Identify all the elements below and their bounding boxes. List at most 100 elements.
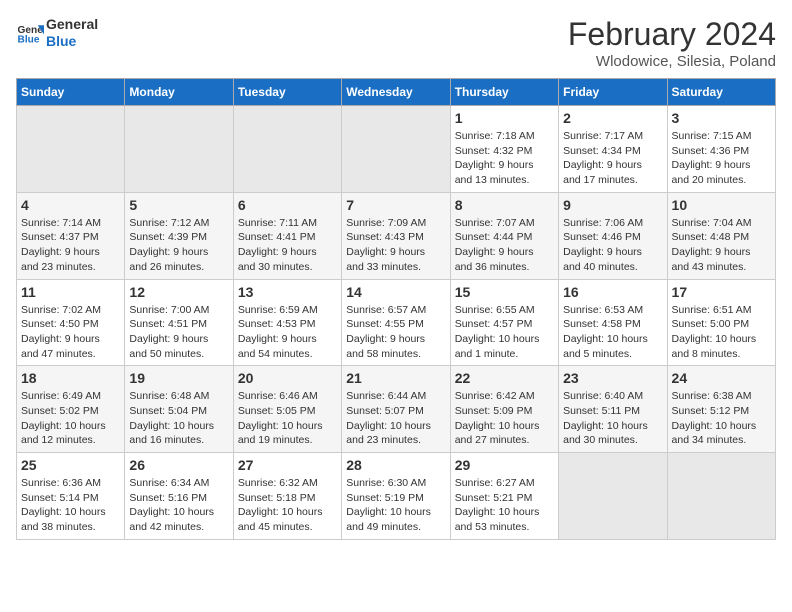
day-info: Sunrise: 7:15 AM Sunset: 4:36 PM Dayligh…: [672, 129, 771, 188]
calendar-cell: [667, 453, 775, 540]
day-number: 7: [346, 197, 445, 213]
day-number: 8: [455, 197, 554, 213]
day-number: 13: [238, 284, 337, 300]
svg-text:Blue: Blue: [18, 34, 40, 45]
day-number: 16: [563, 284, 662, 300]
title-block: February 2024 Wlodowice, Silesia, Poland: [568, 16, 776, 70]
calendar-cell: 6 Sunrise: 7:11 AM Sunset: 4:41 PM Daylig…: [233, 192, 341, 279]
day-number: 29: [455, 457, 554, 473]
day-info: Sunrise: 7:02 AM Sunset: 4:50 PM Dayligh…: [21, 303, 120, 362]
day-info: Sunrise: 6:30 AM Sunset: 5:19 PM Dayligh…: [346, 476, 445, 535]
day-number: 26: [129, 457, 228, 473]
day-info: Sunrise: 7:12 AM Sunset: 4:39 PM Dayligh…: [129, 216, 228, 275]
day-info: Sunrise: 6:57 AM Sunset: 4:55 PM Dayligh…: [346, 303, 445, 362]
calendar-cell: 11 Sunrise: 7:02 AM Sunset: 4:50 PM Dayli…: [17, 279, 125, 366]
calendar-cell: 23Sunrise: 6:40 AM Sunset: 5:11 PM Dayli…: [559, 366, 667, 453]
calendar-cell: 16 Sunrise: 6:53 AM Sunset: 4:58 PM Dayli…: [559, 279, 667, 366]
day-number: 20: [238, 370, 337, 386]
day-info: Sunrise: 7:11 AM Sunset: 4:41 PM Dayligh…: [238, 216, 337, 275]
calendar-cell: 22 Sunrise: 6:42 AM Sunset: 5:09 PM Dayli…: [450, 366, 558, 453]
logo-icon: General Blue: [16, 19, 44, 47]
day-info: Sunrise: 6:34 AM Sunset: 5:16 PM Dayligh…: [129, 476, 228, 535]
day-info: Sunrise: 7:04 AM Sunset: 4:48 PM Dayligh…: [672, 216, 771, 275]
day-info: Sunrise: 7:09 AM Sunset: 4:43 PM Dayligh…: [346, 216, 445, 275]
calendar-cell: 3 Sunrise: 7:15 AM Sunset: 4:36 PM Daylig…: [667, 106, 775, 193]
day-info: Sunrise: 6:59 AM Sunset: 4:53 PM Dayligh…: [238, 303, 337, 362]
day-info: Sunrise: 7:17 AM Sunset: 4:34 PM Dayligh…: [563, 129, 662, 188]
day-number: 22: [455, 370, 554, 386]
day-number: 18: [21, 370, 120, 386]
day-info: Sunrise: 6:48 AM Sunset: 5:04 PM Dayligh…: [129, 389, 228, 448]
calendar-cell: 8 Sunrise: 7:07 AM Sunset: 4:44 PM Daylig…: [450, 192, 558, 279]
day-number: 28: [346, 457, 445, 473]
day-info: Sunrise: 7:18 AM Sunset: 4:32 PM Dayligh…: [455, 129, 554, 188]
calendar-cell: 25Sunrise: 6:36 AM Sunset: 5:14 PM Dayli…: [17, 453, 125, 540]
calendar-subtitle: Wlodowice, Silesia, Poland: [568, 53, 776, 70]
day-info: Sunrise: 6:49 AM Sunset: 5:02 PM Dayligh…: [21, 389, 120, 448]
header-friday: Friday: [559, 79, 667, 106]
calendar-cell: 20 Sunrise: 6:46 AM Sunset: 5:05 PM Dayli…: [233, 366, 341, 453]
day-info: Sunrise: 7:07 AM Sunset: 4:44 PM Dayligh…: [455, 216, 554, 275]
day-number: 9: [563, 197, 662, 213]
day-number: 12: [129, 284, 228, 300]
day-number: 5: [129, 197, 228, 213]
calendar-cell: 26 Sunrise: 6:34 AM Sunset: 5:16 PM Dayli…: [125, 453, 233, 540]
day-info: Sunrise: 6:55 AM Sunset: 4:57 PM Dayligh…: [455, 303, 554, 362]
day-number: 21: [346, 370, 445, 386]
day-info: Sunrise: 6:51 AM Sunset: 5:00 PM Dayligh…: [672, 303, 771, 362]
calendar-cell: 21 Sunrise: 6:44 AM Sunset: 5:07 PM Dayli…: [342, 366, 450, 453]
day-info: Sunrise: 6:44 AM Sunset: 5:07 PM Dayligh…: [346, 389, 445, 448]
calendar-cell: 2 Sunrise: 7:17 AM Sunset: 4:34 PM Daylig…: [559, 106, 667, 193]
logo-general: General: [46, 16, 98, 33]
header-sunday: Sunday: [17, 79, 125, 106]
day-number: 1: [455, 110, 554, 126]
calendar-cell: 5 Sunrise: 7:12 AM Sunset: 4:39 PM Daylig…: [125, 192, 233, 279]
header-wednesday: Wednesday: [342, 79, 450, 106]
header-thursday: Thursday: [450, 79, 558, 106]
calendar-cell: 18 Sunrise: 6:49 AM Sunset: 5:02 PM Dayli…: [17, 366, 125, 453]
day-info: Sunrise: 6:42 AM Sunset: 5:09 PM Dayligh…: [455, 389, 554, 448]
day-info: Sunrise: 6:40 AM Sunset: 5:11 PM Dayligh…: [563, 389, 662, 448]
calendar-cell: [559, 453, 667, 540]
day-info: Sunrise: 6:46 AM Sunset: 5:05 PM Dayligh…: [238, 389, 337, 448]
day-number: 6: [238, 197, 337, 213]
day-number: 19: [129, 370, 228, 386]
day-number: 15: [455, 284, 554, 300]
calendar-cell: 29Sunrise: 6:27 AM Sunset: 5:21 PM Dayli…: [450, 453, 558, 540]
day-number: 10: [672, 197, 771, 213]
calendar-cell: [125, 106, 233, 193]
calendar-cell: 10 Sunrise: 7:04 AM Sunset: 4:48 PM Dayli…: [667, 192, 775, 279]
calendar-title: February 2024: [568, 16, 776, 53]
day-number: 11: [21, 284, 120, 300]
calendar-cell: 13 Sunrise: 6:59 AM Sunset: 4:53 PM Dayli…: [233, 279, 341, 366]
day-number: 3: [672, 110, 771, 126]
calendar-header: SundayMondayTuesdayWednesdayThursdayFrid…: [17, 79, 776, 106]
day-number: 2: [563, 110, 662, 126]
page-header: General Blue General Blue February 2024 …: [16, 16, 776, 70]
day-info: Sunrise: 6:32 AM Sunset: 5:18 PM Dayligh…: [238, 476, 337, 535]
calendar-cell: 27 Sunrise: 6:32 AM Sunset: 5:18 PM Dayli…: [233, 453, 341, 540]
day-info: Sunrise: 6:36 AM Sunset: 5:14 PM Dayligh…: [21, 476, 120, 535]
day-number: 4: [21, 197, 120, 213]
calendar-cell: 7 Sunrise: 7:09 AM Sunset: 4:43 PM Daylig…: [342, 192, 450, 279]
day-number: 24: [672, 370, 771, 386]
header-tuesday: Tuesday: [233, 79, 341, 106]
calendar-cell: 9 Sunrise: 7:06 AM Sunset: 4:46 PM Daylig…: [559, 192, 667, 279]
day-info: Sunrise: 6:38 AM Sunset: 5:12 PM Dayligh…: [672, 389, 771, 448]
header-monday: Monday: [125, 79, 233, 106]
day-number: 14: [346, 284, 445, 300]
calendar-cell: [17, 106, 125, 193]
calendar-table: SundayMondayTuesdayWednesdayThursdayFrid…: [16, 78, 776, 540]
calendar-cell: [342, 106, 450, 193]
day-number: 27: [238, 457, 337, 473]
day-info: Sunrise: 7:06 AM Sunset: 4:46 PM Dayligh…: [563, 216, 662, 275]
calendar-cell: 24 Sunrise: 6:38 AM Sunset: 5:12 PM Dayli…: [667, 366, 775, 453]
day-number: 17: [672, 284, 771, 300]
day-info: Sunrise: 7:14 AM Sunset: 4:37 PM Dayligh…: [21, 216, 120, 275]
day-info: Sunrise: 6:53 AM Sunset: 4:58 PM Dayligh…: [563, 303, 662, 362]
calendar-cell: [233, 106, 341, 193]
header-saturday: Saturday: [667, 79, 775, 106]
calendar-cell: 15 Sunrise: 6:55 AM Sunset: 4:57 PM Dayli…: [450, 279, 558, 366]
calendar-cell: 19 Sunrise: 6:48 AM Sunset: 5:04 PM Dayli…: [125, 366, 233, 453]
calendar-cell: 12Sunrise: 7:00 AM Sunset: 4:51 PM Dayli…: [125, 279, 233, 366]
